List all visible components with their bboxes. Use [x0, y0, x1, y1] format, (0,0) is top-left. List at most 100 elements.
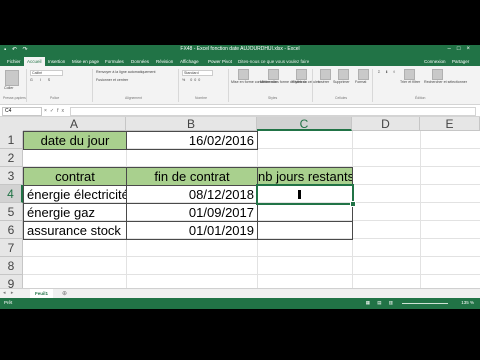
cell-b3[interactable]: fin de contrat — [126, 167, 258, 186]
tab-affichage[interactable]: Affichage — [177, 57, 202, 66]
signin-link[interactable]: Connexion — [424, 57, 446, 66]
zoom-slider[interactable] — [402, 303, 448, 304]
sort-filter-icon[interactable] — [404, 69, 415, 80]
sort-filter-button[interactable]: Trier et filtrer — [400, 80, 420, 84]
font-style-buttons[interactable]: G I S — [30, 78, 53, 82]
cell-a3[interactable]: contrat — [23, 167, 127, 186]
paste-label: Coller — [4, 86, 14, 90]
status-mode: Prêt — [4, 300, 13, 305]
cell-a5[interactable]: énergie gaz — [23, 203, 127, 222]
row-header-7[interactable]: 7 — [0, 239, 23, 257]
number-format-select[interactable]: Standard — [182, 70, 213, 76]
format-cells-icon[interactable] — [358, 69, 369, 80]
tab-insertion[interactable]: Insertion — [45, 57, 68, 66]
ribbon-separator — [372, 69, 373, 102]
column-header-a[interactable]: A — [23, 117, 126, 131]
insert-cells-button[interactable]: Insérer — [318, 80, 329, 84]
cell-a4[interactable]: énergie électricité — [23, 185, 127, 204]
ribbon-separator — [312, 69, 313, 102]
column-header-c[interactable]: C — [257, 117, 352, 131]
group-label-cells: Cellules — [335, 96, 348, 100]
tab-mise-en-page[interactable]: Mise en page — [69, 57, 102, 66]
share-button[interactable]: Partager — [452, 57, 469, 66]
row-header-1[interactable]: 1 — [0, 131, 23, 149]
cell-styles-button[interactable]: Styles de cellules — [292, 80, 320, 84]
cell-c5[interactable] — [257, 203, 353, 222]
name-box[interactable]: C4 — [2, 107, 42, 116]
tab-formules[interactable]: Formules — [102, 57, 127, 66]
delete-cells-button[interactable]: Supprimer — [333, 80, 350, 84]
cell-b1[interactable]: 16/02/2016 — [126, 131, 258, 150]
gridline — [23, 274, 480, 275]
select-all-corner[interactable] — [0, 117, 24, 132]
add-sheet-icon[interactable]: ⊕ — [62, 290, 67, 298]
ribbon-separator — [228, 69, 229, 102]
active-cell-selection — [256, 184, 354, 205]
cell-b5[interactable]: 01/09/2017 — [126, 203, 258, 222]
group-label-styles: Styles — [268, 96, 278, 100]
table-format-icon[interactable] — [268, 69, 279, 80]
row-header-5[interactable]: 5 — [0, 203, 23, 221]
font-name-select[interactable]: Calibri — [30, 70, 63, 76]
zoom-level[interactable]: 135 % — [461, 300, 474, 305]
row-header-8[interactable]: 8 — [0, 257, 23, 275]
formula-bar: C4 ×✓fx — [0, 106, 480, 117]
tab-accueil[interactable]: Accueil — [24, 57, 45, 66]
group-label-font: Police — [50, 96, 60, 100]
number-format-buttons[interactable]: % 000 — [182, 78, 202, 82]
cell-a6[interactable]: assurance stock — [23, 221, 127, 240]
insert-function-icon[interactable]: fx — [57, 108, 67, 114]
tab-fichier[interactable]: Fichier — [4, 57, 24, 66]
close-icon[interactable]: × — [466, 46, 476, 52]
column-header-b[interactable]: B — [126, 117, 257, 131]
mouse-cursor-icon — [298, 190, 301, 199]
view-mode-icons[interactable]: ▦ ▤ ▥ — [366, 300, 396, 306]
format-cells-button[interactable]: Format — [355, 80, 366, 84]
row-header-2[interactable]: 2 — [0, 149, 23, 167]
cell-b6[interactable]: 01/01/2019 — [126, 221, 258, 240]
group-label-clipboard: Presse-papiers — [3, 96, 26, 100]
window-title: FX48 - Excel fonction date AUJOURDHUI.xl… — [180, 46, 300, 52]
wrap-text-button[interactable]: Renvoyer à la ligne automatiquement — [96, 70, 156, 74]
column-header-e[interactable]: E — [420, 117, 480, 131]
formula-input[interactable] — [70, 107, 476, 116]
cell-b4[interactable]: 08/12/2018 — [126, 185, 258, 204]
paste-icon[interactable] — [5, 70, 19, 86]
group-label-alignment: Alignement — [125, 96, 142, 100]
spreadsheet-grid: A B C D E 1 2 3 4 5 6 7 8 9 10 date du j… — [0, 117, 480, 309]
excel-window: ▪ ↶ ↷ FX48 - Excel fonction date AUJOURD… — [0, 45, 480, 309]
group-label-number: Nombre — [195, 96, 208, 100]
gridline — [23, 256, 480, 257]
tab-revision[interactable]: Révision — [153, 57, 176, 66]
gridline — [420, 131, 421, 301]
status-bar: Prêt ▦ ▤ ▥ 135 % — [0, 298, 480, 309]
row-header-6[interactable]: 6 — [0, 221, 23, 239]
ribbon: Coller Calibri G I S Renvoyer à la ligne… — [0, 66, 480, 105]
minimize-icon[interactable]: – — [448, 46, 457, 52]
tab-donnees[interactable]: Données — [128, 57, 152, 66]
row-header-3[interactable]: 3 — [0, 167, 23, 185]
ribbon-separator — [92, 69, 93, 102]
conditional-format-icon[interactable] — [238, 69, 249, 80]
group-label-editing: Édition — [415, 96, 426, 100]
merge-center-button[interactable]: Fusionner et centrer — [96, 78, 128, 82]
cell-a1[interactable]: date du jour — [23, 131, 127, 150]
ribbon-tabs: Fichier Accueil Insertion Mise en page F… — [0, 56, 480, 66]
find-select-button[interactable]: Rechercher et sélectionner — [424, 80, 467, 84]
find-select-icon[interactable] — [432, 69, 443, 80]
cell-styles-icon[interactable] — [296, 69, 307, 80]
tab-power-pivot[interactable]: Power Pivot — [205, 57, 235, 66]
column-header-d[interactable]: D — [352, 117, 420, 131]
ribbon-separator — [178, 69, 179, 102]
fill-handle[interactable] — [350, 201, 356, 207]
row-header-4[interactable]: 4 — [0, 185, 23, 203]
editing-buttons[interactable]: Σ ⬇ ◊ — [378, 70, 397, 74]
sheet-nav-icons[interactable]: ◂ ▸ — [3, 290, 15, 296]
delete-cells-icon[interactable] — [338, 69, 349, 80]
cell-c6[interactable] — [257, 221, 353, 240]
title-bar: ▪ ↶ ↷ FX48 - Excel fonction date AUJOURD… — [0, 45, 480, 56]
ribbon-separator — [26, 69, 27, 102]
formula-icons: ×✓fx — [44, 107, 67, 115]
insert-cells-icon[interactable] — [320, 69, 331, 80]
tell-me-search[interactable]: Dites-nous ce que vous voulez faire — [238, 57, 309, 66]
